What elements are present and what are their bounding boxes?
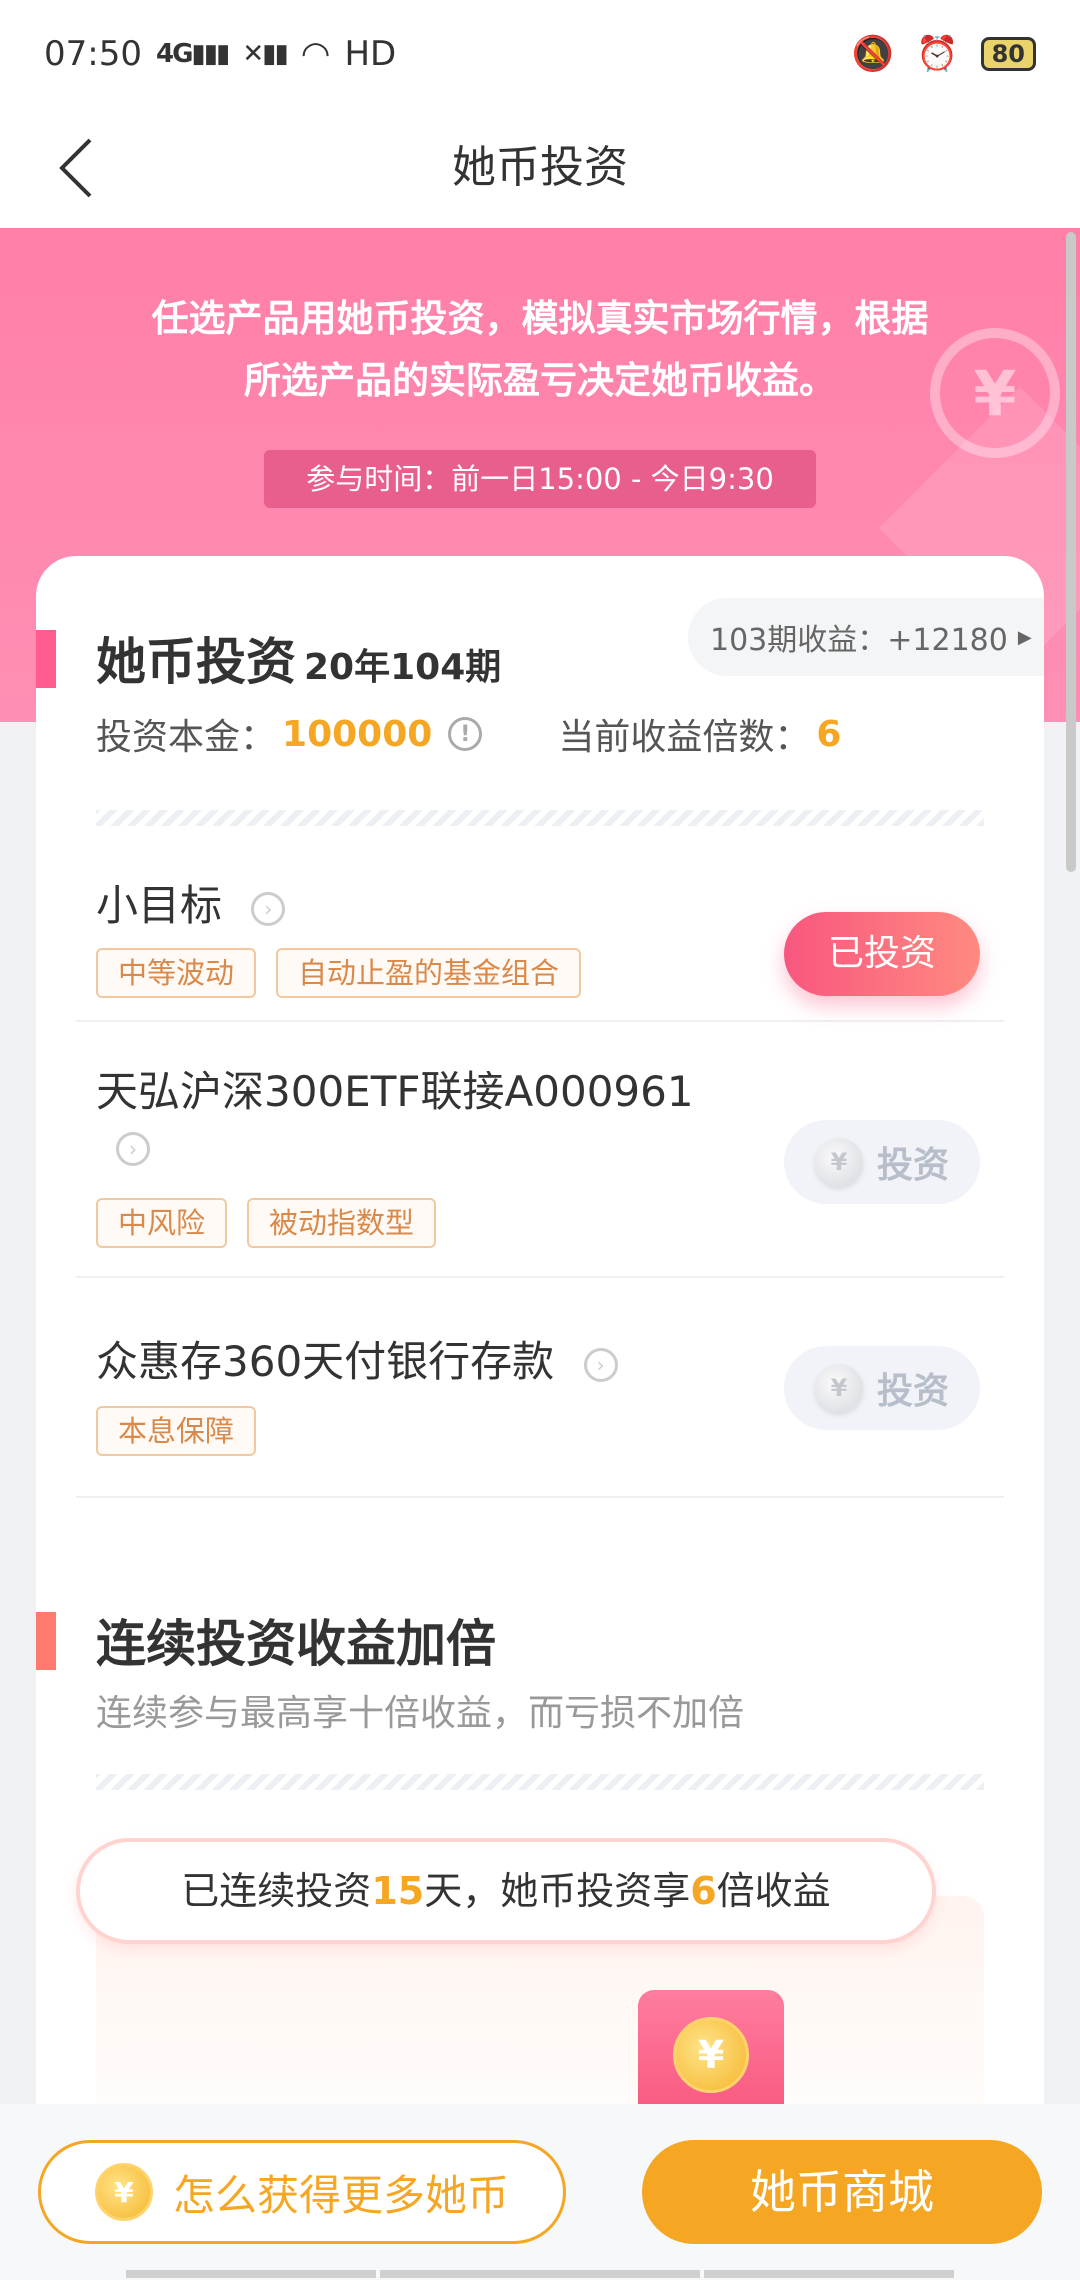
invest-title: 她币投资 <box>96 633 296 691</box>
earn-more-button[interactable]: ¥ 怎么获得更多她币 <box>38 2140 566 2244</box>
product-item[interactable]: 小目标 › 中等波动 自动止盈的基金组合 已投资 <box>76 848 1004 1022</box>
coin-icon: ¥ <box>814 1364 863 1412</box>
bottom-bar: ¥ 怎么获得更多她币 她币商城 <box>0 2104 1080 2280</box>
invest-meta: 投资本金： 100000 ! 当前收益倍数： 6 <box>96 708 841 760</box>
product-tag: 自动止盈的基金组合 <box>276 948 582 998</box>
invest-button[interactable]: ¥ 投资 <box>784 1120 980 1204</box>
streak-days: 15 <box>371 1869 425 1913</box>
product-tag: 中等波动 <box>96 948 257 998</box>
hero-description: 任选产品用她币投资，模拟真实市场行情，根据 所选产品的实际盈亏决定她币收益。 <box>90 288 990 412</box>
red-packet[interactable]: ¥ <box>638 1990 784 2120</box>
signal-2-icon: ✕▮▮ <box>242 39 288 69</box>
coin-icon: ¥ <box>94 2163 153 2221</box>
nav-indicator <box>380 2270 700 2278</box>
section-accent-bar <box>36 1612 56 1670</box>
invest-button-label: 投资 <box>876 1371 949 1412</box>
chevron-right-icon[interactable]: › <box>251 891 286 926</box>
product-tag: 本息保障 <box>96 1406 257 1456</box>
streak-status: 已连续投资15天，她币投资享6倍收益 <box>76 1838 936 1944</box>
network-type: 4G <box>155 39 193 69</box>
product-tags: 中等波动 自动止盈的基金组合 <box>96 948 582 998</box>
product-name-text: 众惠存360天付银行存款 <box>96 1337 555 1386</box>
arrow-right-icon: ▶ <box>1017 626 1032 648</box>
streak-suffix: 倍收益 <box>716 1869 831 1913</box>
coin-icon: ¥ <box>814 1138 863 1186</box>
streak-title: 连续投资收益加倍 <box>96 1615 496 1673</box>
coin-icon: ¥ <box>673 2017 749 2093</box>
section-accent-bar <box>36 630 56 688</box>
invest-card: 她币投资 20年104期 103期收益：+12180 ▶ 投资本金： 100000… <box>36 556 1044 2156</box>
product-item[interactable]: 天弘沪深300ETF联接A000961 › 中风险 被动指数型 ¥ 投资 <box>76 1022 1004 1278</box>
battery-icon: 80 <box>980 37 1036 71</box>
nav-indicator <box>126 2270 376 2278</box>
chevron-right-icon[interactable]: › <box>116 1132 150 1166</box>
product-tag: 被动指数型 <box>247 1198 437 1248</box>
clock: 07:50 <box>44 34 142 74</box>
last-period-income[interactable]: 103期收益：+12180 ▶ <box>688 598 1044 676</box>
hero-line-2: 所选产品的实际盈亏决定她币收益。 <box>244 359 836 402</box>
invest-period: 20年104期 <box>304 647 502 688</box>
product-tag: 中风险 <box>96 1198 228 1248</box>
nav-indicator <box>704 2270 954 2278</box>
streak-prefix: 已连续投资 <box>181 1869 372 1913</box>
hd-indicator: HD <box>344 34 397 74</box>
hero-line-1: 任选产品用她币投资，模拟真实市场行情，根据 <box>151 297 929 340</box>
invest-button[interactable]: ¥ 投资 <box>784 1346 980 1430</box>
product-item[interactable]: 众惠存360天付银行存款 › 本息保障 ¥ 投资 <box>76 1278 1004 1498</box>
principal-label: 投资本金： <box>96 717 277 758</box>
wifi-icon: ◠ <box>300 34 331 74</box>
invested-button[interactable]: 已投资 <box>784 912 980 996</box>
section-title: 她币投资 20年104期 <box>96 622 501 694</box>
mute-icon: 🔕 <box>851 34 895 74</box>
coin-mall-button[interactable]: 她币商城 <box>642 2140 1042 2244</box>
multiplier-value: 6 <box>816 713 842 755</box>
streak-multiplier: 6 <box>690 1869 717 1913</box>
product-name: 天弘沪深300ETF联接A000961 <box>96 1067 694 1116</box>
invest-button-label: 投资 <box>876 1145 949 1186</box>
streak-subtitle: 连续参与最高享十倍收益，而亏损不加倍 <box>96 1693 745 1734</box>
principal-value: 100000 <box>282 713 433 755</box>
divider-hatch <box>96 810 984 826</box>
participation-time: 参与时间：前一日15:00 - 今日9:30 <box>264 450 816 508</box>
status-left: 07:50 4G▮▮▮ ✕▮▮ ◠ HD <box>44 34 396 74</box>
info-icon[interactable]: ! <box>448 717 483 751</box>
status-right: 🔕 ⏰ 80 <box>852 34 1036 74</box>
status-bar: 07:50 4G▮▮▮ ✕▮▮ ◠ HD 🔕 ⏰ 80 <box>0 0 1080 108</box>
signal-icon: 4G▮▮▮ <box>155 39 230 69</box>
product-name-text: 小目标 <box>96 881 223 930</box>
multiplier-label: 当前收益倍数： <box>558 717 811 758</box>
streak-middle: 天，她币投资享 <box>424 1869 691 1913</box>
earn-more-label: 怎么获得更多她币 <box>172 2170 509 2220</box>
chevron-right-icon[interactable]: › <box>583 1347 618 1382</box>
last-income-text: 103期收益：+12180 <box>710 623 1008 658</box>
product-name: 众惠存360天付银行存款 › <box>96 1328 618 1389</box>
product-tags: 中风险 被动指数型 <box>96 1198 437 1248</box>
nav-bar: 她币投资 <box>0 108 1080 228</box>
product-tags: 本息保障 <box>96 1406 257 1456</box>
page-title: 她币投资 <box>452 142 628 193</box>
scrollbar[interactable] <box>1066 232 1076 872</box>
product-name: 小目标 › <box>96 872 286 933</box>
alarm-icon: ⏰ <box>916 34 959 74</box>
divider-hatch <box>96 1774 984 1790</box>
